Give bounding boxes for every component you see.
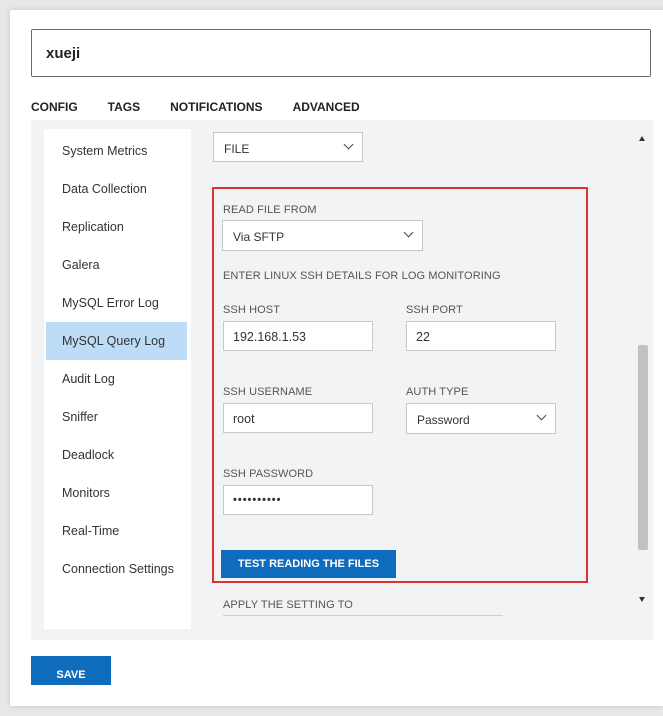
chevron-down-icon — [536, 410, 547, 421]
chevron-down-icon — [343, 139, 354, 150]
sidebar-item-real-time[interactable]: Real-Time — [46, 512, 187, 550]
scroll-thumb[interactable] — [638, 345, 648, 550]
tab-notifications[interactable]: NOTIFICATIONS — [170, 100, 262, 122]
vertical-scrollbar[interactable] — [633, 120, 653, 640]
sidebar-item-mysql-query-log[interactable]: MySQL Query Log — [46, 322, 187, 360]
chevron-down-icon — [403, 227, 414, 238]
tab-config[interactable]: CONFIG — [31, 100, 78, 122]
read-from-label: READ FILE FROM — [223, 204, 317, 216]
ssh-password-input[interactable]: •••••••••• — [223, 485, 373, 515]
ssh-username-input[interactable]: root — [223, 403, 373, 433]
sidebar-item-sniffer[interactable]: Sniffer — [46, 398, 187, 436]
sidebar-item-data-collection[interactable]: Data Collection — [46, 170, 187, 208]
scroll-down-icon[interactable] — [639, 597, 645, 602]
ssh-username-label: SSH USERNAME — [223, 386, 313, 398]
settings-content: FILE READ FILE FROM Via SFTP ENTER LINUX… — [201, 120, 631, 640]
ssh-port-label: SSH PORT — [406, 304, 463, 316]
sidebar: System Metrics Data Collection Replicati… — [44, 129, 191, 629]
sidebar-item-connection-settings[interactable]: Connection Settings — [46, 550, 187, 588]
read-from-value: Via SFTP — [233, 230, 285, 244]
sidebar-item-mysql-error-log[interactable]: MySQL Error Log — [46, 284, 187, 322]
ssh-section-label: ENTER LINUX SSH DETAILS FOR LOG MONITORI… — [223, 270, 501, 282]
auth-type-select[interactable]: Password — [406, 403, 556, 434]
ssh-port-input[interactable]: 22 — [406, 321, 556, 351]
test-reading-files-button[interactable]: TEST READING THE FILES — [221, 550, 396, 578]
advanced-panel: System Metrics Data Collection Replicati… — [31, 120, 653, 640]
log-source-value: FILE — [224, 142, 250, 156]
sidebar-item-system-metrics[interactable]: System Metrics — [46, 132, 187, 170]
sidebar-item-galera[interactable]: Galera — [46, 246, 187, 284]
tab-advanced[interactable]: ADVANCED — [292, 100, 360, 122]
apply-setting-divider — [223, 615, 503, 616]
ssh-password-label: SSH PASSWORD — [223, 468, 314, 480]
auth-type-label: AUTH TYPE — [406, 386, 469, 398]
apply-setting-label: APPLY THE SETTING TO — [223, 599, 353, 611]
read-from-select[interactable]: Via SFTP — [222, 220, 423, 251]
tab-bar: CONFIG TAGS NOTIFICATIONS ADVANCED — [31, 100, 390, 122]
dialog-card: xueji CONFIG TAGS NOTIFICATIONS ADVANCED… — [10, 10, 663, 706]
sidebar-item-audit-log[interactable]: Audit Log — [46, 360, 187, 398]
save-button[interactable]: SAVE — [31, 656, 111, 685]
tab-tags[interactable]: TAGS — [108, 100, 140, 122]
sidebar-item-replication[interactable]: Replication — [46, 208, 187, 246]
log-source-select[interactable]: FILE — [213, 132, 363, 162]
sidebar-item-deadlock[interactable]: Deadlock — [46, 436, 187, 474]
scroll-up-icon[interactable] — [639, 136, 645, 141]
auth-type-value: Password — [417, 413, 470, 427]
ssh-host-label: SSH HOST — [223, 304, 281, 316]
name-input[interactable]: xueji — [31, 29, 651, 77]
sidebar-item-monitors[interactable]: Monitors — [46, 474, 187, 512]
ssh-host-input[interactable]: 192.168.1.53 — [223, 321, 373, 351]
